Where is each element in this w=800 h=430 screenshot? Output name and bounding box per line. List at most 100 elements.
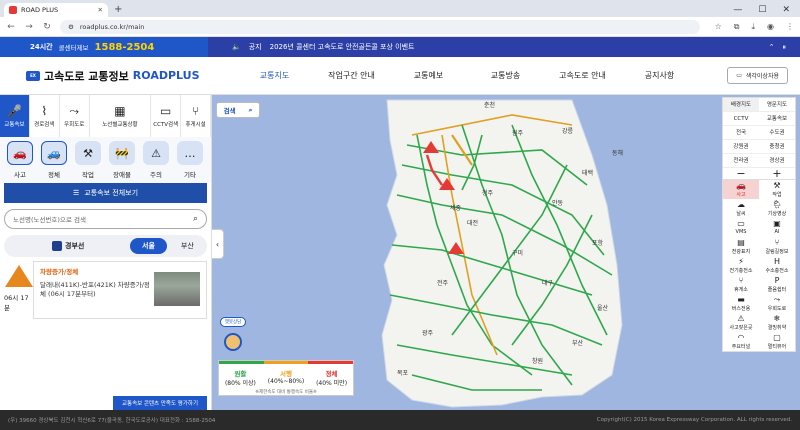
color-blind-button[interactable]: ▭ 색각이상자용 xyxy=(727,67,788,84)
cctv-thumbnail[interactable] xyxy=(154,272,200,306)
region-chungcheong[interactable]: 충청권 xyxy=(759,140,795,154)
legend-jam: 정체 (40% 미만) xyxy=(316,368,347,387)
new-tab-icon[interactable]: + xyxy=(114,3,122,17)
layer-accident-prone[interactable]: ⚠ 사고잦은곳 xyxy=(723,313,759,332)
filter-congestion[interactable]: 🚙 정체 xyxy=(40,141,68,179)
route-name[interactable]: 경부선 xyxy=(52,241,116,251)
zoom-out-button[interactable]: − xyxy=(736,168,745,179)
direction-seoul[interactable]: 서울 xyxy=(130,238,167,254)
layer-sign[interactable]: ▤ 전광표지 xyxy=(723,237,759,256)
filter-accident[interactable]: 🚗 사고 xyxy=(6,141,34,179)
region-capital[interactable]: 수도권 xyxy=(759,126,795,140)
minimize-icon[interactable]: — xyxy=(733,3,742,17)
layer-hydrogen[interactable]: H 수소충전소 xyxy=(759,256,795,275)
tab-route-search[interactable]: ⌇ 경로검색 xyxy=(30,95,60,137)
site-info-icon[interactable]: ⚙ xyxy=(68,23,74,31)
legend-range: (40%~80%) xyxy=(267,378,305,385)
download-icon[interactable]: ⤓ xyxy=(751,22,755,32)
close-tab-icon[interactable]: ✕ xyxy=(98,6,103,14)
tab-detour[interactable]: ⤳ 우회도로 xyxy=(60,95,90,137)
site-logo[interactable]: EX 고속도로 교통정보 ROADPLUS xyxy=(26,68,236,84)
layer-weather-video[interactable]: 🌦 기상영상 xyxy=(759,199,795,218)
view-english-map[interactable]: 영문지도 xyxy=(759,98,795,112)
layer-label: 날씨 xyxy=(736,210,746,217)
view-cctv[interactable]: CCTV xyxy=(723,112,759,126)
maximize-icon[interactable]: ☐ xyxy=(758,3,766,17)
search-icon[interactable]: ⌕ xyxy=(193,214,198,224)
nav-work-zone[interactable]: 작업구간 안내 xyxy=(313,70,390,81)
layer-ai[interactable]: ▣ AI xyxy=(759,218,795,237)
layer-tunnel[interactable]: ◠ 주요터널 xyxy=(723,332,759,351)
map-layer-panel: 배경지도 영문지도 CCTV 교통속보 전국 수도권 강원권 충청권 전라권 경… xyxy=(722,97,796,352)
bookmark-icon[interactable]: ☆ xyxy=(715,22,722,32)
survey-button[interactable]: 교통속보 콘텐츠 만족도 평가하기 xyxy=(113,396,207,410)
menu-icon[interactable]: ⋮ xyxy=(786,22,794,32)
nav-highway-info[interactable]: 고속도로 안내 xyxy=(544,70,621,81)
filter-work[interactable]: ⚒ 작업 xyxy=(74,141,102,179)
profile-icon[interactable]: ◉ xyxy=(767,22,774,32)
map-search-button[interactable]: 검색 ⌕ xyxy=(216,102,260,118)
chatbot-button[interactable]: 챗봇상담 xyxy=(220,317,246,357)
extensions-icon[interactable]: ⧉ xyxy=(734,22,740,32)
layer-label: 멀티뷰어 xyxy=(767,343,787,350)
region-all[interactable]: 전국 xyxy=(723,126,759,140)
layer-sleep-shelter[interactable]: P 졸음쉼터 xyxy=(759,275,795,294)
reload-icon[interactable]: ↻ xyxy=(42,22,52,32)
layer-work[interactable]: ⚒ 작업 xyxy=(759,180,795,199)
layer-detour[interactable]: ⤳ 우회도로 xyxy=(759,294,795,313)
incident-time: 06시 17분 xyxy=(4,294,29,312)
filter-obstacle[interactable]: 🚧 장애물 xyxy=(108,141,136,179)
filter-caution[interactable]: ⚠ 주의 xyxy=(142,141,170,179)
layer-accident[interactable]: 🚗 사고 xyxy=(723,180,759,199)
view-traffic-news[interactable]: 교통속보 xyxy=(759,112,795,126)
collapse-panel-icon[interactable]: ‹ xyxy=(212,229,224,259)
route-icon: ⌇ xyxy=(41,103,48,118)
address-bar[interactable]: ⚙ roadplus.co.kr/main xyxy=(60,19,700,34)
layer-rest-area[interactable]: ⑂ 휴게소 xyxy=(723,275,759,294)
layer-junction[interactable]: ⑂ 갈림길정보 xyxy=(759,237,795,256)
tab-cctv[interactable]: ▭ CCTV검색 xyxy=(151,95,182,137)
back-icon[interactable]: ← xyxy=(6,22,16,32)
view-base-map[interactable]: 배경지도 xyxy=(723,98,759,112)
layer-bus-lane[interactable]: ▬ 버스전용 xyxy=(723,294,759,313)
zoom-in-button[interactable]: + xyxy=(772,168,781,179)
region-jeolla[interactable]: 전라권 xyxy=(723,154,759,168)
tab-route-status[interactable]: ▦ 노선별교통상황 xyxy=(90,95,152,137)
notice-up-icon[interactable]: ⌃ xyxy=(769,43,775,52)
layer-label: 우회도로 xyxy=(767,305,787,312)
traffic-map[interactable]: 춘천 원주 강릉 태백 청주 대전 안동 포항 대구 전주 광주 부산 울산 동… xyxy=(212,95,800,410)
tab-rest-area[interactable]: ⑂ 휴게시설 xyxy=(181,95,211,137)
browser-tabstrip: ROAD PLUS ✕ + — ☐ ✕ xyxy=(0,0,800,17)
vms-icon: ▭ xyxy=(737,219,745,228)
layer-label: 휴게소 xyxy=(734,286,748,293)
incident-item[interactable]: 06시 17분 차량증가/정체 달래내(411K)-반포(421K) 차량증가/… xyxy=(4,261,207,319)
layer-icing[interactable]: ❄ 결빙취약 xyxy=(759,313,795,332)
forward-icon[interactable]: → xyxy=(24,22,34,32)
nav-forecast[interactable]: 교통예보 xyxy=(390,70,467,81)
layer-multiviewer[interactable]: ▢ 멀티뷰어 xyxy=(759,332,795,351)
route-search-input[interactable]: 노선명(노선번호)으로 검색 ⌕ xyxy=(4,209,207,229)
nav-notice[interactable]: 공지사항 xyxy=(621,70,698,81)
tab-traffic-news[interactable]: 🎤 교통속보 xyxy=(0,95,30,137)
city-label: 창원 xyxy=(532,357,543,365)
notice-text[interactable]: 2026년 콜센터 고속도로 안전골든콜 포상 이벤트 xyxy=(270,42,415,52)
tab-label: 교통속보 xyxy=(4,121,25,128)
region-gangwon[interactable]: 강원권 xyxy=(723,140,759,154)
layer-weather[interactable]: ☁ 날씨 xyxy=(723,199,759,218)
weather-icon: ☁ xyxy=(737,199,745,209)
close-window-icon[interactable]: ✕ xyxy=(782,3,790,17)
browser-tab[interactable]: ROAD PLUS ✕ xyxy=(4,3,108,17)
region-gyeongsang[interactable]: 경상권 xyxy=(759,154,795,168)
filter-other[interactable]: … 기타 xyxy=(176,141,204,179)
site-header: EX 고속도로 교통정보 ROADPLUS 교통지도 작업구간 안내 교통예보 … xyxy=(0,57,800,95)
city-label: 대전 xyxy=(467,219,478,227)
view-all-button[interactable]: ☰ 교통속보 전체보기 xyxy=(4,183,207,203)
layer-ev-charger[interactable]: ⚡ 전기충전소 xyxy=(723,256,759,275)
call-label: 콜센터제보 xyxy=(58,44,89,52)
direction-busan[interactable]: 부산 xyxy=(181,241,194,251)
layer-vms[interactable]: ▭ VMS xyxy=(723,218,759,237)
nav-broadcast[interactable]: 교통방송 xyxy=(467,70,544,81)
notice-pause-icon[interactable]: ⏸ xyxy=(783,43,787,52)
incident-card[interactable]: 차량증가/정체 달래내(411K)-반포(421K) 차량증가/정체 (06시 … xyxy=(33,261,207,319)
nav-traffic-map[interactable]: 교통지도 xyxy=(236,70,313,81)
